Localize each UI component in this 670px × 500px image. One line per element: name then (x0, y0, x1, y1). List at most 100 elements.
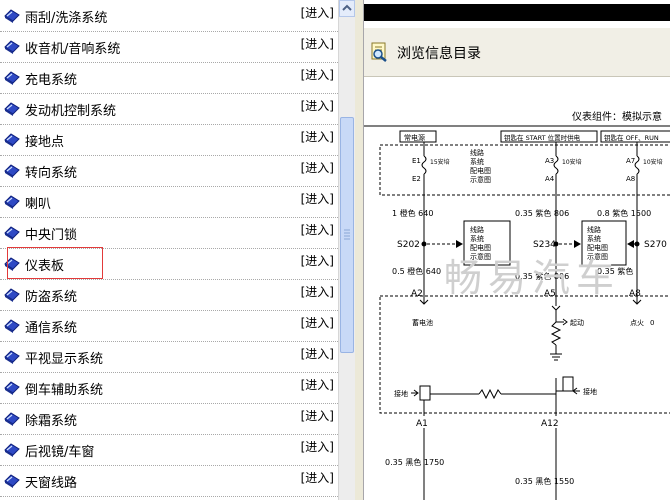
chevron-up-icon (342, 4, 352, 11)
system-list-item[interactable]: 雨刮/洗涤系统 [进入] (0, 0, 338, 32)
enter-link[interactable]: [进入] (301, 35, 334, 52)
enter-link[interactable]: [进入] (301, 159, 334, 176)
selected-item-highlight (7, 247, 103, 279)
pin-label-battery: 蓄电池 (412, 318, 433, 327)
wire-label-1a: 1 橙色 640 (392, 208, 433, 218)
scroll-up-button[interactable] (339, 0, 355, 17)
system-item-label: 除霜系统 (25, 414, 78, 429)
system-list-item[interactable]: 通信系统 [进入] (0, 310, 338, 342)
enter-link[interactable]: [进入] (301, 97, 334, 114)
enter-link[interactable]: [进入] (301, 66, 334, 83)
splice-s270: S270 (644, 240, 667, 250)
power-label-start: 钥匙在 START 位置时供电 (504, 133, 581, 142)
system-list-item[interactable]: 后视镜/车窗 [进入] (0, 434, 338, 466)
power-label-run: 钥匙在 OFF、RUN (604, 133, 659, 142)
pin-a8: A8 (629, 289, 641, 299)
fuse3-top-pin: A7 (626, 157, 635, 165)
ref-box-3-line2: 系统 (587, 234, 601, 243)
enter-link[interactable]: [进入] (301, 345, 334, 362)
enter-link[interactable]: [进入] (301, 469, 334, 486)
system-list-item[interactable]: 喇叭 [进入] (0, 186, 338, 218)
enter-link[interactable]: [进入] (301, 407, 334, 424)
browse-catalog-icon[interactable] (369, 42, 389, 62)
pin-label-ign-value: 0 (650, 319, 654, 327)
system-list-item[interactable]: 天窗线路 [进入] (0, 465, 338, 497)
ref-box-2-line1: 线路 (470, 225, 484, 234)
book-icon (4, 39, 20, 54)
diagram-heading: 仪表组件：模拟示意 (572, 110, 662, 123)
fuse2-bottom-pin: A4 (545, 175, 555, 183)
pin-a1: A1 (416, 419, 428, 429)
system-item-label: 接地点 (25, 135, 65, 150)
book-icon (4, 101, 20, 116)
pin-a2: A2 (411, 289, 423, 299)
pane-splitter[interactable] (355, 0, 364, 500)
watermark: 畅易汽车 (444, 256, 620, 300)
enter-link[interactable]: [进入] (301, 4, 334, 21)
system-list-pane: 雨刮/洗涤系统 [进入] 收音机/音响系统 [进入] 充电系统 [进入] 发动机控制系统 [进… (0, 0, 338, 500)
book-icon (4, 442, 20, 457)
system-item-label: 充电系统 (25, 73, 78, 88)
enter-link[interactable]: [进入] (301, 376, 334, 393)
book-icon (4, 411, 20, 426)
system-item-label: 防盗系统 (25, 290, 78, 305)
fuse2-rating: 10安培 (562, 158, 582, 166)
book-icon (4, 132, 20, 147)
system-list-item[interactable]: 收音机/音响系统 [进入] (0, 31, 338, 63)
system-list-item[interactable]: 充电系统 [进入] (0, 62, 338, 94)
diagram-pane: 浏览信息目录 仪表组件：模拟示意 常电源 钥匙在 START 位置时供电 钥匙在… (364, 0, 670, 500)
pin-a5: A5 (544, 289, 556, 299)
fuse1-bottom-pin: E2 (412, 175, 421, 183)
enter-link[interactable]: [进入] (301, 283, 334, 300)
wire-label-1b: 0.5 橙色 640 (392, 266, 441, 276)
system-list-item[interactable]: 平视显示系统 [进入] (0, 341, 338, 373)
ground-label-right: 接地 (583, 387, 597, 396)
system-list-item[interactable]: 发动机控制系统 [进入] (0, 93, 338, 125)
system-item-label: 中央门锁 (25, 228, 78, 243)
ref-box-2-line2: 系统 (470, 234, 484, 243)
fuse1-rating: 15安培 (430, 158, 450, 166)
book-icon (4, 287, 20, 302)
system-item-label: 雨刮/洗涤系统 (25, 11, 108, 26)
system-list-item[interactable]: 接地点 [进入] (0, 124, 338, 156)
book-icon (4, 163, 20, 178)
pin-label-ign: 点火 (630, 319, 644, 327)
scroll-thumb[interactable] (340, 117, 354, 353)
system-item-label: 倒车辅助系统 (25, 383, 104, 398)
toolbar: 浏览信息目录 (364, 28, 670, 77)
toolbar-title: 浏览信息目录 (397, 46, 481, 62)
left-pane-scrollbar[interactable] (338, 0, 355, 500)
system-list-item[interactable]: 转向系统 [进入] (0, 155, 338, 187)
book-icon (4, 70, 20, 85)
enter-link[interactable]: [进入] (301, 190, 334, 207)
system-item-label: 通信系统 (25, 321, 78, 336)
ground-label-left: 接地 (394, 389, 408, 398)
system-list-item[interactable]: 除霜系统 [进入] (0, 403, 338, 435)
grip-icon (344, 229, 350, 240)
book-icon (4, 194, 20, 209)
enter-link[interactable]: [进入] (301, 252, 334, 269)
ref-box-1-line4: 示意图 (470, 175, 491, 184)
ref-box-1-line3: 配电图 (470, 166, 491, 175)
fuse2-top-pin: A3 (545, 157, 554, 165)
splice-s202: S202 (397, 240, 420, 250)
system-item-label: 平视显示系统 (25, 352, 104, 367)
system-list-item[interactable]: 防盗系统 [进入] (0, 279, 338, 311)
system-item-label: 后视镜/车窗 (25, 445, 95, 460)
top-black-bar (364, 4, 670, 21)
power-label-constant: 常电源 (404, 133, 425, 142)
system-list-item[interactable]: 倒车辅助系统 [进入] (0, 372, 338, 404)
enter-link[interactable]: [进入] (301, 314, 334, 331)
ref-box-1-line1: 线路 (470, 148, 484, 157)
fuse3-rating: 10安培 (643, 158, 663, 166)
enter-link[interactable]: [进入] (301, 438, 334, 455)
fuse3-bottom-pin: A8 (626, 175, 635, 183)
book-icon (4, 349, 20, 364)
wiring-diagram: 仪表组件：模拟示意 常电源 钥匙在 START 位置时供电 钥匙在 OFF、RU… (364, 110, 670, 500)
pin-label-start: 起动 (570, 318, 584, 327)
ref-box-1-line2: 系统 (470, 157, 484, 166)
enter-link[interactable]: [进入] (301, 221, 334, 238)
enter-link[interactable]: [进入] (301, 128, 334, 145)
system-list-item[interactable]: 中央门锁 [进入] (0, 217, 338, 249)
wire-label-ground-right: 0.35 黑色 1550 (515, 476, 574, 486)
